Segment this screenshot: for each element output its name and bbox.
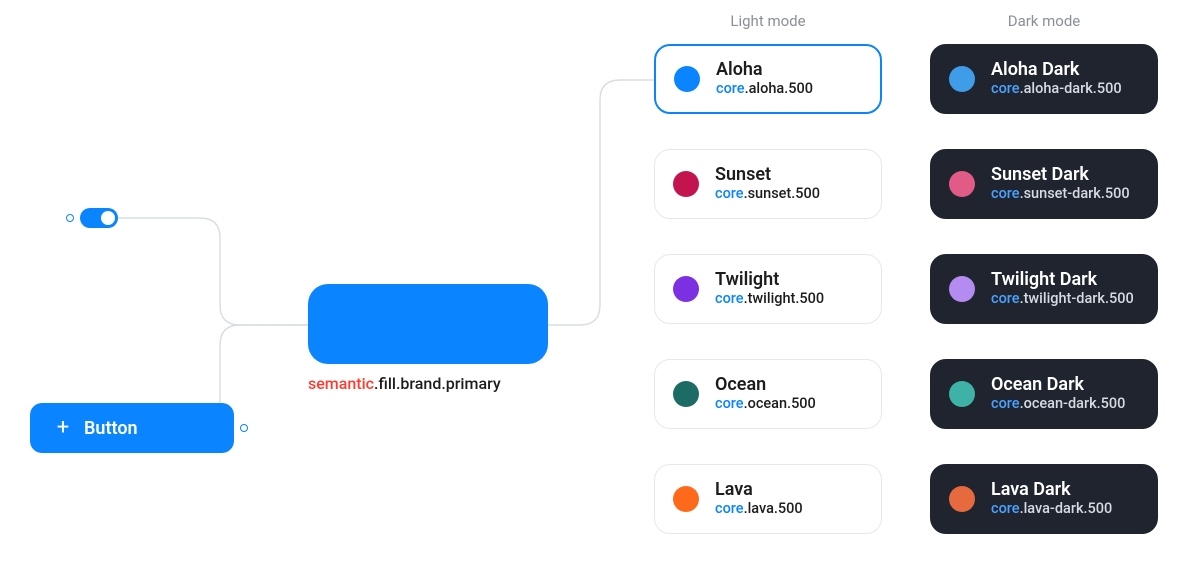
swatch-name: Sunset Dark <box>991 165 1130 186</box>
dark-swatch-twilight-dark[interactable]: Twilight Darkcore.twilight-dark.500 <box>930 254 1158 324</box>
swatch-color-circle <box>949 276 975 302</box>
swatch-token-rest: .ocean.500 <box>744 395 816 412</box>
dark-swatch-sunset-dark[interactable]: Sunset Darkcore.sunset-dark.500 <box>930 149 1158 219</box>
light-swatch-twilight[interactable]: Twilightcore.twilight.500 <box>654 254 882 324</box>
swatch-token-rest: .sunset.500 <box>744 185 820 202</box>
semantic-token-block: semantic.fill.brand.primary <box>308 284 548 393</box>
example-primary-button[interactable]: + Button <box>30 403 234 453</box>
swatch-token-rest: .aloha.500 <box>745 80 813 97</box>
swatch-token-prefix: core <box>991 290 1020 307</box>
swatch-token-rest: .aloha-dark.500 <box>1020 80 1122 97</box>
swatch-token: core.sunset-dark.500 <box>991 185 1130 203</box>
swatch-token: core.sunset.500 <box>715 185 820 203</box>
swatch-token-rest: .lava.500 <box>744 500 803 517</box>
swatch-token: core.ocean.500 <box>715 395 816 413</box>
dark-swatch-lava-dark[interactable]: Lava Darkcore.lava-dark.500 <box>930 464 1158 534</box>
swatch-token: core.twilight-dark.500 <box>991 290 1134 308</box>
light-swatch-ocean[interactable]: Oceancore.ocean.500 <box>654 359 882 429</box>
semantic-token-label: semantic.fill.brand.primary <box>308 374 548 393</box>
swatch-color-circle <box>949 171 975 197</box>
swatch-token-prefix: core <box>715 185 744 202</box>
toggle-knob <box>101 211 115 225</box>
semantic-swatch <box>308 284 548 364</box>
swatch-name: Twilight <box>715 270 824 291</box>
swatch-token-prefix: core <box>991 500 1020 517</box>
mode-toggle[interactable] <box>80 208 118 228</box>
swatch-name: Aloha <box>716 60 813 81</box>
swatch-name: Lava <box>715 480 803 501</box>
swatch-token-prefix: core <box>991 80 1020 97</box>
light-swatch-aloha[interactable]: Alohacore.aloha.500 <box>654 44 882 114</box>
swatch-color-circle <box>949 486 975 512</box>
dark-swatch-aloha-dark[interactable]: Aloha Darkcore.aloha-dark.500 <box>930 44 1158 114</box>
swatch-token: core.aloha-dark.500 <box>991 80 1122 98</box>
swatch-color-circle <box>949 381 975 407</box>
swatch-name: Aloha Dark <box>991 60 1122 81</box>
swatch-name: Ocean Dark <box>991 375 1125 396</box>
swatch-color-circle <box>673 171 699 197</box>
swatch-token-prefix: core <box>715 500 744 517</box>
swatch-token-rest: .twilight.500 <box>744 290 825 307</box>
swatch-color-circle <box>949 66 975 92</box>
swatch-token: core.aloha.500 <box>716 80 813 98</box>
swatch-token: core.lava.500 <box>715 500 803 518</box>
dark-mode-heading: Dark mode <box>930 12 1158 30</box>
swatch-token-prefix: core <box>991 185 1020 202</box>
swatch-color-circle <box>673 276 699 302</box>
swatch-token-rest: .lava-dark.500 <box>1020 500 1113 517</box>
swatch-color-circle <box>674 66 700 92</box>
swatch-color-circle <box>673 486 699 512</box>
swatch-name: Sunset <box>715 165 820 186</box>
swatch-token-prefix: core <box>991 395 1020 412</box>
button-connector-dot <box>240 424 248 432</box>
swatch-color-circle <box>673 381 699 407</box>
toggle-connector-dot <box>66 214 74 222</box>
example-button-label: Button <box>84 418 138 439</box>
swatch-token-rest: .ocean-dark.500 <box>1020 395 1126 412</box>
swatch-token-prefix: core <box>716 80 745 97</box>
light-swatch-lava[interactable]: Lavacore.lava.500 <box>654 464 882 534</box>
light-swatch-sunset[interactable]: Sunsetcore.sunset.500 <box>654 149 882 219</box>
swatch-name: Twilight Dark <box>991 270 1134 291</box>
swatch-token: core.ocean-dark.500 <box>991 395 1125 413</box>
swatch-name: Lava Dark <box>991 480 1112 501</box>
light-mode-heading: Light mode <box>654 12 882 30</box>
semantic-token-prefix: semantic <box>308 374 374 393</box>
swatch-token-prefix: core <box>715 395 744 412</box>
swatch-name: Ocean <box>715 375 816 396</box>
swatch-token: core.lava-dark.500 <box>991 500 1112 518</box>
swatch-token: core.twilight.500 <box>715 290 824 308</box>
dark-swatch-ocean-dark[interactable]: Ocean Darkcore.ocean-dark.500 <box>930 359 1158 429</box>
swatch-token-rest: .twilight-dark.500 <box>1020 290 1134 307</box>
swatch-token-rest: .sunset-dark.500 <box>1020 185 1130 202</box>
semantic-token-rest: .fill.brand.primary <box>374 374 501 393</box>
swatch-token-prefix: core <box>715 290 744 307</box>
